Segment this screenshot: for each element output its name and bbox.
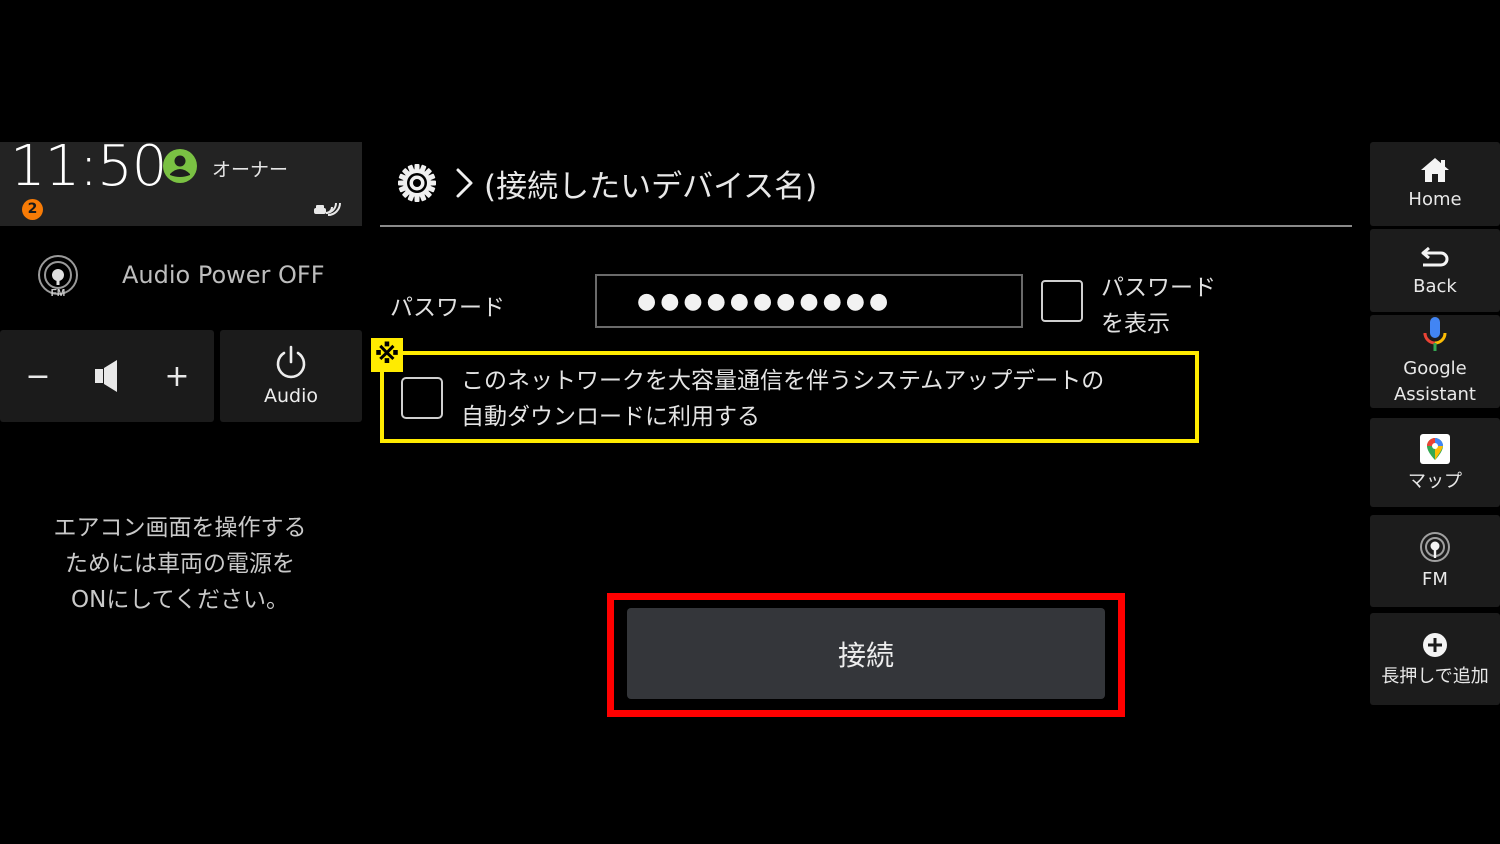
rail-back-label: Back [1413,275,1457,297]
rail-home-label: Home [1408,189,1462,210]
gear-icon[interactable] [396,162,438,204]
add-circle-icon [1423,633,1447,657]
password-label: パスワード [390,295,505,321]
connect-button[interactable]: 接続 [627,608,1105,699]
rail-home-button[interactable]: Home [1370,142,1500,226]
rail-back-button[interactable]: Back [1370,229,1500,312]
show-password-checkbox[interactable] [1041,280,1083,322]
rail-fm-label: FM [1422,569,1448,590]
page-title: (接続したいデバイス名) [484,168,818,205]
rail-add-shortcut-label: 長押しで追加 [1381,666,1489,687]
svg-text:FM: FM [51,288,65,299]
breadcrumb: (接続したいデバイス名) [396,158,817,208]
notification-badge[interactable]: 2 [22,199,43,220]
auto-download-label[interactable]: このネットワークを大容量通信を伴うシステムアップデートの 自動ダウンロードに利用… [461,363,1104,435]
user-name[interactable]: オーナー [212,155,288,182]
power-icon [276,345,306,379]
auto-download-checkbox[interactable] [401,377,443,419]
volume-up-button[interactable]: + [142,330,212,422]
rail-maps-label: マップ [1408,470,1462,492]
password-value: ●●●●●●●●●●● [637,288,893,314]
note-mark: ※ [371,338,403,372]
connected-car-icon [314,202,341,216]
volume-control: − + [0,330,214,422]
audio-power-button[interactable]: Audio [220,330,362,422]
chevron-right-icon [456,168,473,198]
audio-button-label: Audio [263,385,318,407]
rail-fm-button[interactable]: FM [1370,515,1500,607]
show-password-label[interactable]: パスワード を表示 [1101,270,1216,342]
audio-status: Audio Power OFF [122,261,325,289]
volume-down-button[interactable]: − [3,330,73,422]
home-icon [1421,158,1449,182]
speaker-icon [72,330,142,422]
password-input[interactable]: ●●●●●●●●●●● [595,274,1023,328]
rail-maps-button[interactable]: マップ [1370,418,1500,507]
plus-icon: + [164,358,190,394]
rail-add-shortcut-button[interactable]: 長押しで追加 [1370,613,1500,705]
clock: 11:50 [10,134,167,199]
rail-google-assistant-label: Google Assistant [1393,357,1476,405]
climate-message: エアコン画面を操作する ためには車両の電源を ONにしてください。 [53,515,307,613]
header-divider [380,225,1352,227]
fm-radio-icon [1420,532,1450,562]
minus-icon: − [25,358,51,394]
microphone-icon [1423,316,1447,351]
rail-google-assistant-button[interactable]: Google Assistant [1370,315,1500,408]
back-icon [1421,246,1449,266]
map-pin-icon [1420,433,1450,464]
fm-radio-icon: FM [38,255,78,299]
user-profile-icon[interactable] [163,149,197,183]
